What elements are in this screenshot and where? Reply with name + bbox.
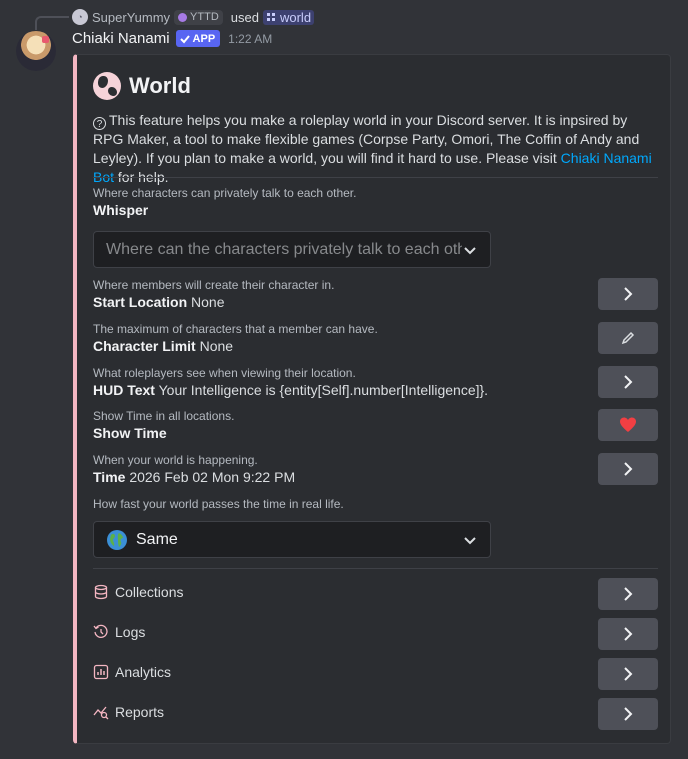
- command-name: world: [279, 9, 312, 25]
- divider: [93, 568, 658, 569]
- analytics-row: Analytics: [93, 664, 171, 680]
- whisper-label: Whisper: [93, 202, 149, 218]
- hud-text-subtitle: What roleplayers see when viewing their …: [93, 366, 356, 380]
- start-location-value: None: [191, 294, 225, 310]
- pencil-icon: [621, 331, 635, 345]
- guild-tag[interactable]: YTTD: [174, 9, 223, 25]
- start-location-button[interactable]: [598, 278, 658, 310]
- show-time-subtitle: Show Time in all locations.: [93, 409, 235, 423]
- time-section: When your world is happening. Time 2026 …: [93, 453, 513, 487]
- heart-icon: [620, 417, 636, 432]
- start-location-label: Start Location: [93, 294, 188, 310]
- chevron-right-icon: [624, 375, 633, 389]
- logs-button[interactable]: [598, 618, 658, 650]
- embed-title-text: World: [129, 73, 191, 98]
- chevron-right-icon: [624, 667, 633, 681]
- reply-context[interactable]: ◔ SuperYummy YTTD used world: [72, 8, 315, 26]
- app-badge: APP: [175, 30, 221, 47]
- history-icon: [93, 624, 108, 638]
- reply-avatar[interactable]: ◔: [72, 9, 88, 25]
- command-icon: [266, 12, 275, 21]
- world-embed: World ? This feature helps you make a rol…: [73, 54, 671, 744]
- command-mention[interactable]: world: [262, 9, 315, 25]
- hud-text-section: What roleplayers see when viewing their …: [93, 366, 513, 400]
- speed-subtitle: How fast your world passes the time in r…: [93, 497, 344, 511]
- speed-select[interactable]: Same: [93, 521, 491, 558]
- speed-value: Same: [136, 530, 178, 548]
- logs-row: Logs: [93, 624, 145, 640]
- whisper-subtitle: Where characters can privately talk to e…: [93, 186, 357, 200]
- help-circle-icon: ?: [93, 117, 106, 130]
- database-icon: [94, 584, 108, 600]
- author-name[interactable]: Chiaki Nanami: [72, 30, 170, 47]
- chevron-right-icon: [624, 587, 633, 601]
- collections-label: Collections: [115, 584, 184, 600]
- checkmark-icon: [179, 34, 190, 43]
- divider: [93, 177, 658, 178]
- app-badge-label: APP: [192, 32, 216, 45]
- logs-label: Logs: [115, 624, 146, 640]
- character-limit-button[interactable]: [598, 322, 658, 354]
- description-text: This feature helps you make a roleplay w…: [93, 112, 640, 166]
- reply-connector: [35, 16, 69, 30]
- whisper-section: Where characters can privately talk to e…: [93, 186, 513, 220]
- reports-label: Reports: [115, 704, 165, 720]
- character-limit-label: Character Limit: [93, 338, 196, 354]
- hud-text-label: HUD Text: [93, 382, 155, 398]
- chevron-right-icon: [624, 287, 633, 301]
- chart-icon: [93, 664, 109, 680]
- character-limit-section: The maximum of characters that a member …: [93, 322, 513, 356]
- character-limit-subtitle: The maximum of characters that a member …: [93, 322, 378, 336]
- embed-description: ? This feature helps you make a roleplay …: [93, 111, 653, 187]
- chevron-down-icon: [464, 246, 476, 254]
- avatar-ribbon: [42, 36, 49, 43]
- chevron-right-icon: [624, 462, 633, 476]
- message-header: Chiaki Nanami APP 1:22 AM: [72, 30, 272, 47]
- embed-title: World: [93, 72, 191, 100]
- time-subtitle: When your world is happening.: [93, 453, 258, 467]
- analytics-button[interactable]: [598, 658, 658, 690]
- used-text: used: [230, 9, 259, 25]
- show-time-label: Show Time: [93, 425, 167, 441]
- hud-text-value: Your Intelligence is {entity[Self].numbe…: [158, 382, 489, 398]
- start-location-section: Where members will create their characte…: [93, 278, 513, 312]
- reports-icon: [93, 706, 109, 720]
- world-logo-icon: [93, 72, 121, 100]
- reports-button[interactable]: [598, 698, 658, 730]
- timestamp[interactable]: 1:22 AM: [228, 32, 272, 46]
- time-button[interactable]: [598, 453, 658, 485]
- collections-row: Collections: [93, 584, 183, 600]
- character-limit-value: None: [199, 338, 234, 354]
- whisper-select[interactable]: Where can the characters privately talk …: [93, 231, 491, 268]
- speed-section: How fast your world passes the time in r…: [93, 497, 513, 512]
- start-location-subtitle: Where members will create their characte…: [93, 278, 335, 292]
- time-label: Time: [93, 469, 126, 485]
- time-value: 2026 Feb 02 Mon 9:22 PM: [129, 469, 296, 485]
- guild-tag-label: YTTD: [190, 11, 219, 23]
- show-time-section: Show Time in all locations. Show Time: [93, 409, 513, 443]
- reports-row: Reports: [93, 704, 164, 720]
- hud-text-button[interactable]: [598, 366, 658, 398]
- whisper-placeholder: Where can the characters privately talk …: [106, 240, 462, 258]
- collections-button[interactable]: [598, 578, 658, 610]
- guild-tag-icon: [178, 12, 188, 22]
- show-time-toggle-button[interactable]: [598, 409, 658, 441]
- reply-username[interactable]: SuperYummy: [92, 10, 170, 25]
- chevron-right-icon: [624, 627, 633, 641]
- earth-globe-icon: [107, 529, 127, 550]
- chevron-down-icon: [464, 536, 476, 544]
- chevron-right-icon: [624, 707, 633, 721]
- bot-avatar[interactable]: [16, 31, 56, 71]
- analytics-label: Analytics: [115, 664, 172, 680]
